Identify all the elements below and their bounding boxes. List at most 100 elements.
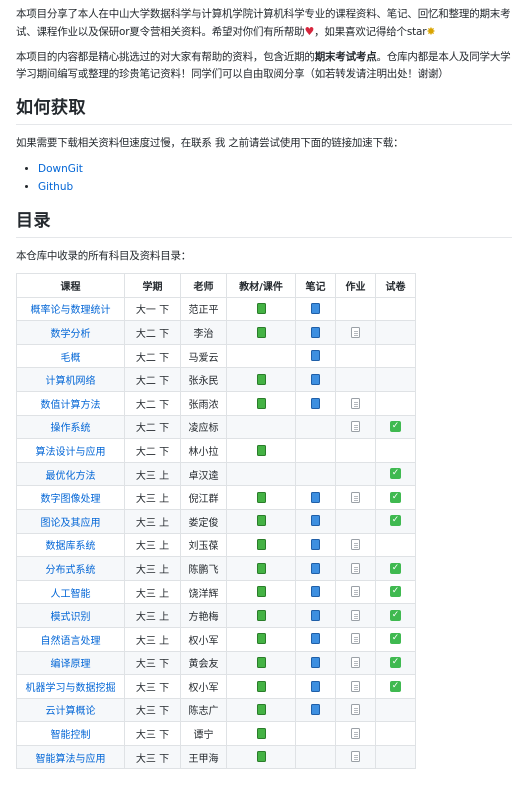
homework-cell bbox=[335, 508, 376, 534]
course-link[interactable]: 毛概 bbox=[16, 343, 125, 369]
blue-book-icon[interactable] bbox=[311, 539, 320, 551]
course-link[interactable]: 数学分析 bbox=[16, 320, 125, 345]
homework-cell bbox=[335, 390, 376, 416]
course-link[interactable]: 最优化方法 bbox=[16, 461, 125, 487]
textbook-cell bbox=[226, 485, 296, 510]
memo-icon[interactable] bbox=[351, 539, 360, 551]
github-link[interactable]: Github bbox=[38, 181, 73, 193]
blue-book-icon[interactable] bbox=[311, 633, 320, 645]
course-link[interactable]: 图论及其应用 bbox=[16, 508, 125, 534]
green-book-icon[interactable] bbox=[256, 326, 266, 338]
check-mark-icon[interactable]: ✓ bbox=[390, 515, 401, 527]
blue-book-icon[interactable] bbox=[311, 397, 320, 409]
memo-icon[interactable] bbox=[351, 727, 360, 739]
memo-icon[interactable] bbox=[351, 751, 360, 763]
memo-icon[interactable] bbox=[351, 421, 360, 433]
green-book-icon[interactable] bbox=[256, 491, 266, 503]
notes-cell bbox=[295, 626, 336, 652]
course-link[interactable]: 机器学习与数据挖掘 bbox=[16, 674, 125, 699]
memo-icon[interactable] bbox=[351, 657, 360, 669]
memo-icon[interactable] bbox=[351, 397, 360, 409]
memo-icon[interactable] bbox=[351, 562, 360, 574]
check-mark-icon[interactable]: ✓ bbox=[390, 586, 401, 598]
teacher-cell: 倪江群 bbox=[180, 485, 227, 510]
blue-book-icon[interactable] bbox=[311, 350, 320, 362]
course-link[interactable]: 数值计算方法 bbox=[16, 390, 125, 416]
blue-book-icon[interactable] bbox=[311, 326, 320, 338]
blue-book-icon[interactable] bbox=[311, 562, 320, 574]
table-row: 分布式系统 大三 上陈鹏飞 ✓ bbox=[16, 556, 416, 581]
notes-cell bbox=[295, 461, 336, 487]
course-link[interactable]: 算法设计与应用 bbox=[16, 438, 125, 463]
course-link[interactable]: 数据库系统 bbox=[16, 532, 125, 558]
blue-book-icon[interactable] bbox=[311, 657, 320, 669]
course-link[interactable]: 计算机网络 bbox=[16, 367, 125, 392]
term-cell: 大三 上 bbox=[124, 461, 181, 487]
check-mark-icon[interactable]: ✓ bbox=[390, 609, 401, 621]
heart-icon: ♥ bbox=[304, 25, 315, 38]
course-link[interactable]: 模式识别 bbox=[16, 603, 125, 628]
course-table: 课程 学期 老师 教材/课件 笔记 作业 试卷 概率论与数理统计 大一 下范正平数… bbox=[16, 273, 416, 770]
homework-cell bbox=[335, 674, 376, 699]
memo-icon[interactable] bbox=[351, 326, 360, 338]
notes-cell bbox=[295, 320, 336, 345]
course-link[interactable]: 智能控制 bbox=[16, 721, 125, 746]
green-book-icon[interactable] bbox=[256, 373, 266, 385]
green-book-icon[interactable] bbox=[256, 303, 266, 315]
course-link[interactable]: 数字图像处理 bbox=[16, 485, 125, 510]
check-mark-icon[interactable]: ✓ bbox=[390, 657, 401, 669]
blue-book-icon[interactable] bbox=[311, 586, 320, 598]
green-book-icon[interactable] bbox=[256, 444, 266, 456]
green-book-icon[interactable] bbox=[256, 727, 266, 739]
memo-icon[interactable] bbox=[351, 586, 360, 598]
textbook-cell bbox=[226, 296, 296, 322]
check-mark-icon[interactable]: ✓ bbox=[390, 491, 401, 503]
green-book-icon[interactable] bbox=[256, 397, 266, 409]
green-book-icon[interactable] bbox=[256, 539, 266, 551]
how-to-get-desc: 如果需要下载相关资料但速度过慢，在联系 我 之前请尝试使用下面的链接加速下载： bbox=[16, 137, 404, 149]
blue-book-icon[interactable] bbox=[311, 609, 320, 621]
memo-icon[interactable] bbox=[351, 609, 360, 621]
green-book-icon[interactable] bbox=[256, 515, 266, 527]
term-cell: 大三 上 bbox=[124, 485, 181, 510]
green-book-icon[interactable] bbox=[256, 657, 266, 669]
notes-cell bbox=[295, 414, 336, 440]
course-link[interactable]: 人工智能 bbox=[16, 579, 125, 605]
memo-icon[interactable] bbox=[351, 491, 360, 503]
blue-book-icon[interactable] bbox=[311, 680, 320, 692]
course-link[interactable]: 自然语言处理 bbox=[16, 626, 125, 652]
table-row: 算法设计与应用 大二 下林小拉 bbox=[16, 438, 416, 463]
course-link[interactable]: 编译原理 bbox=[16, 650, 125, 676]
green-book-icon[interactable] bbox=[256, 751, 266, 763]
green-book-icon[interactable] bbox=[256, 633, 266, 645]
check-mark-icon[interactable]: ✓ bbox=[390, 421, 401, 433]
exam-cell: ✓ bbox=[375, 674, 416, 699]
green-book-icon[interactable] bbox=[256, 609, 266, 621]
green-book-icon[interactable] bbox=[256, 704, 266, 716]
downgit-link[interactable]: DownGit bbox=[38, 163, 83, 175]
table-row: 编译原理 大三 下黄会友 ✓ bbox=[16, 650, 416, 676]
green-book-icon[interactable] bbox=[256, 562, 266, 574]
memo-icon[interactable] bbox=[351, 680, 360, 692]
exam-cell: ✓ bbox=[375, 556, 416, 581]
course-link[interactable]: 云计算概论 bbox=[16, 697, 125, 723]
green-book-icon[interactable] bbox=[256, 586, 266, 598]
blue-book-icon[interactable] bbox=[311, 373, 320, 385]
blue-book-icon[interactable] bbox=[311, 491, 320, 503]
textbook-cell bbox=[226, 650, 296, 676]
check-mark-icon[interactable]: ✓ bbox=[390, 680, 401, 692]
blue-book-icon[interactable] bbox=[311, 303, 320, 315]
blue-book-icon[interactable] bbox=[311, 515, 320, 527]
check-mark-icon[interactable]: ✓ bbox=[390, 468, 401, 480]
blue-book-icon[interactable] bbox=[311, 704, 320, 716]
memo-icon[interactable] bbox=[351, 704, 360, 716]
course-link[interactable]: 分布式系统 bbox=[16, 556, 125, 581]
course-link[interactable]: 操作系统 bbox=[16, 414, 125, 440]
green-book-icon[interactable] bbox=[256, 680, 266, 692]
homework-cell bbox=[335, 556, 376, 581]
memo-icon[interactable] bbox=[351, 633, 360, 645]
check-mark-icon[interactable]: ✓ bbox=[390, 562, 401, 574]
check-mark-icon[interactable]: ✓ bbox=[390, 633, 401, 645]
course-link[interactable]: 概率论与数理统计 bbox=[16, 296, 125, 322]
course-link[interactable]: 智能算法与应用 bbox=[16, 744, 125, 770]
